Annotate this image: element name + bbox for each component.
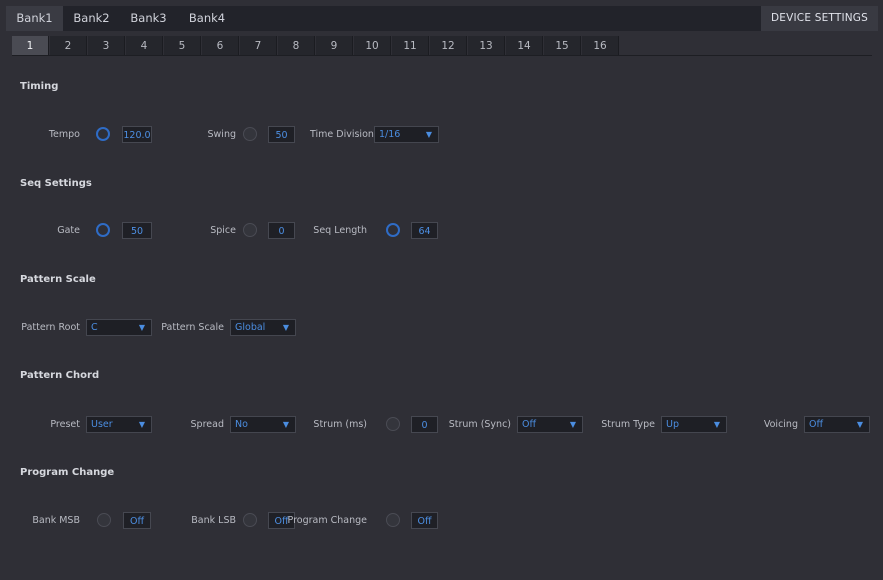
strum-sync-label: Strum (Sync) (448, 419, 511, 430)
section-program-title: Program Change (20, 467, 115, 478)
strum-type-value: Up (666, 419, 679, 430)
section-timing-title: Timing (20, 81, 59, 92)
swing-knob[interactable] (243, 127, 257, 141)
strum-sync-value: Off (522, 419, 537, 430)
swing-value[interactable]: 50 (268, 126, 295, 143)
spread-label: Spread (190, 419, 224, 430)
tab-7[interactable]: 7 (240, 36, 277, 56)
tab-12[interactable]: 12 (430, 36, 467, 56)
strum-ms-knob[interactable] (386, 417, 400, 431)
preset-dropdown[interactable]: User ▼ (86, 416, 152, 433)
chevron-down-icon: ▼ (138, 420, 145, 429)
tab-bank2[interactable]: Bank2 (63, 6, 120, 31)
tab-5[interactable]: 5 (164, 36, 201, 56)
spice-label: Spice (210, 225, 236, 236)
bank-msb-knob[interactable] (97, 513, 111, 527)
spread-value: No (235, 419, 248, 430)
chevron-down-icon: ▼ (425, 130, 432, 139)
pattern-scale-dropdown[interactable]: Global ▼ (230, 319, 296, 336)
spice-value[interactable]: 0 (268, 222, 295, 239)
tab-6[interactable]: 6 (202, 36, 239, 56)
preset-value: User (91, 419, 113, 430)
section-scale-title: Pattern Scale (20, 274, 96, 285)
tab-16[interactable]: 16 (582, 36, 619, 56)
pattern-root-dropdown[interactable]: C ▼ (86, 319, 152, 336)
app-window: Bank1 Bank2 Bank3 Bank4 DEVICE SETTINGS … (6, 6, 878, 576)
tab-bank1[interactable]: Bank1 (6, 6, 63, 31)
strum-type-label: Strum Type (601, 419, 655, 430)
pattern-scale-value: Global (235, 322, 266, 333)
program-change-label: Program Change (287, 515, 367, 526)
section-chord-title: Pattern Chord (20, 370, 100, 381)
preset-label: Preset (50, 419, 80, 430)
pattern-root-value: C (91, 322, 98, 333)
bank-lsb-knob[interactable] (243, 513, 257, 527)
tab-10[interactable]: 10 (354, 36, 391, 56)
chevron-down-icon: ▼ (856, 420, 863, 429)
time-division-value: 1/16 (379, 129, 401, 140)
chevron-down-icon: ▼ (569, 420, 576, 429)
program-change-value[interactable]: Off (411, 512, 438, 529)
strum-type-dropdown[interactable]: Up ▼ (661, 416, 727, 433)
voicing-dropdown[interactable]: Off ▼ (804, 416, 870, 433)
device-settings-button[interactable]: DEVICE SETTINGS (761, 6, 878, 31)
tab-2[interactable]: 2 (50, 36, 87, 56)
tab-14[interactable]: 14 (506, 36, 543, 56)
program-change-knob[interactable] (386, 513, 400, 527)
strum-sync-dropdown[interactable]: Off ▼ (517, 416, 583, 433)
chevron-down-icon: ▼ (138, 323, 145, 332)
pattern-scale-label: Pattern Scale (161, 322, 224, 333)
tab-4[interactable]: 4 (126, 36, 163, 56)
pattern-number-tabs: 1 2 3 4 5 6 7 8 9 10 11 12 13 14 15 16 (6, 31, 878, 56)
tab-15[interactable]: 15 (544, 36, 581, 56)
pattern-root-label: Pattern Root (21, 322, 80, 333)
chevron-down-icon: ▼ (713, 420, 720, 429)
spice-knob[interactable] (243, 223, 257, 237)
gate-knob[interactable] (96, 223, 110, 237)
voicing-label: Voicing (763, 419, 798, 430)
spread-dropdown[interactable]: No ▼ (230, 416, 296, 433)
bank-tab-bar: Bank1 Bank2 Bank3 Bank4 DEVICE SETTINGS (6, 6, 878, 31)
tempo-knob[interactable] (96, 127, 110, 141)
bank-msb-label: Bank MSB (32, 515, 80, 526)
section-seq-title: Seq Settings (20, 178, 92, 189)
tempo-label: Tempo (48, 129, 80, 140)
chevron-down-icon: ▼ (282, 420, 289, 429)
tab-1[interactable]: 1 (12, 36, 49, 56)
tempo-value[interactable]: 120.0 (122, 126, 152, 143)
tab-9[interactable]: 9 (316, 36, 353, 56)
tab-3[interactable]: 3 (88, 36, 125, 56)
tab-11[interactable]: 11 (392, 36, 429, 56)
voicing-value: Off (809, 419, 824, 430)
tab-divider (12, 55, 872, 56)
seq-length-value[interactable]: 64 (411, 222, 438, 239)
gate-value[interactable]: 50 (122, 222, 152, 239)
seq-length-knob[interactable] (386, 223, 400, 237)
bank-lsb-label: Bank LSB (191, 515, 236, 526)
bank-msb-value[interactable]: Off (123, 512, 151, 529)
tab-8[interactable]: 8 (278, 36, 315, 56)
tab-bank4[interactable]: Bank4 (177, 6, 237, 31)
tab-13[interactable]: 13 (468, 36, 505, 56)
swing-label: Swing (207, 129, 237, 140)
time-division-dropdown[interactable]: 1/16 ▼ (374, 126, 439, 143)
strum-ms-value[interactable]: 0 (411, 416, 438, 433)
chevron-down-icon: ▼ (282, 323, 289, 332)
tab-bank3[interactable]: Bank3 (120, 6, 177, 31)
seq-length-label: Seq Length (313, 225, 367, 236)
gate-label: Gate (57, 225, 80, 236)
strum-ms-label: Strum (ms) (313, 419, 367, 430)
time-division-label: Time Division (310, 129, 374, 140)
